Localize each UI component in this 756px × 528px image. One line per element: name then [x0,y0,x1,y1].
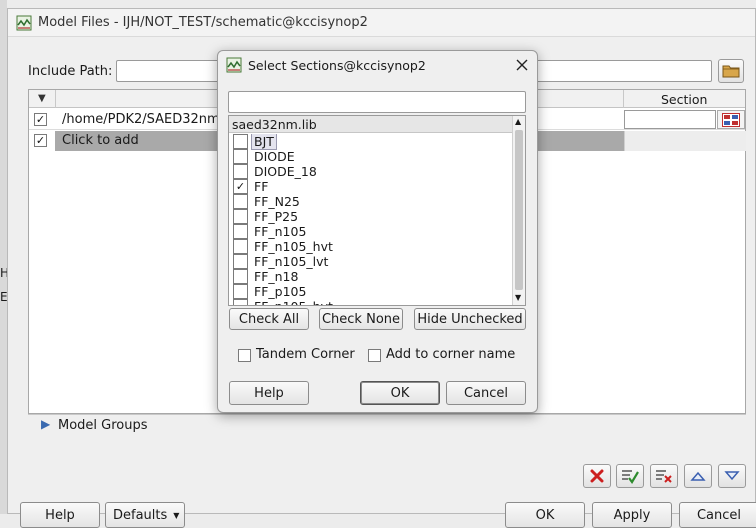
title-bar: Model Files - IJH/NOT_TEST/schematic@kcc… [8,9,755,37]
add-to-corner-name-label: Add to corner name [386,347,516,362]
section-item[interactable]: BJT [233,134,512,150]
section-checkbox[interactable] [233,209,248,224]
section-label: FF_n18 [254,269,299,284]
section-checkbox[interactable] [233,149,248,164]
section-item[interactable]: FF_p105_hvt [233,299,512,305]
app-icon [226,57,242,73]
chevron-down-icon: ▼ [173,510,180,520]
section-checkbox[interactable]: ✓ [233,179,248,194]
apply-button[interactable]: Apply [592,502,672,528]
section-checkbox[interactable] [233,299,248,305]
help-button[interactable]: Help [20,502,100,528]
defaults-dropdown[interactable]: Defaults ▼ [105,502,185,528]
section-label: FF [254,179,269,194]
section-item[interactable]: DIODE_18 [233,164,512,179]
section-label: FF_N25 [254,194,300,209]
tandem-corner-checkbox[interactable] [238,349,251,362]
section-label: FF_P25 [254,209,299,224]
section-items: BJT DIODE DIODE_18 ✓ FF FF_N25 FF_P25 FF_n105 FF… [229,134,512,305]
scroll-thumb[interactable] [515,130,523,290]
sort-arrow-icon[interactable]: ▼ [38,93,46,104]
hide-unchecked-button[interactable]: Hide Unchecked [414,308,526,330]
dialog-cancel-button[interactable]: Cancel [446,381,526,405]
section-picker-button[interactable] [717,110,745,129]
section-checkbox[interactable] [233,284,248,299]
check-list-icon [622,470,639,484]
section-item[interactable]: FF_N25 [233,194,512,209]
defaults-label: Defaults [113,507,168,523]
section-item[interactable]: FF_P25 [233,209,512,224]
section-checkbox[interactable] [233,164,248,179]
include-path-label: Include Path: [28,64,113,79]
model-groups-label[interactable]: Model Groups [58,418,148,433]
add-to-corner-name-checkbox[interactable] [368,349,381,362]
row-checkbox[interactable]: ✓ [34,134,47,147]
model-groups-panel: ▶ Model Groups [28,414,746,435]
select-sections-dialog: Select Sections@kccisynop2 saed32nm.lib … [217,50,538,413]
header-divider [55,90,56,108]
library-header: saed32nm.lib [229,116,512,133]
filter-input[interactable] [228,91,526,113]
section-checkbox[interactable] [233,134,248,149]
browse-folder-button[interactable] [718,59,744,83]
section-checkbox[interactable] [233,224,248,239]
remove-list-icon [656,470,672,483]
expand-arrow-icon[interactable]: ▶ [41,417,50,431]
click-to-add-row[interactable]: Click to add [62,133,139,148]
section-checkbox[interactable] [233,239,248,254]
check-none-button[interactable]: Check None [319,308,403,330]
up-arrow-icon [690,471,706,481]
section-item[interactable]: FF_n105 [233,224,512,239]
dialog-help-button[interactable]: Help [229,381,309,405]
row-checkbox[interactable]: ✓ [34,113,47,126]
window-title: Model Files - IJH/NOT_TEST/schematic@kcc… [38,15,368,30]
section-cell [624,131,746,151]
section-item[interactable]: FF_n105_lvt [233,254,512,269]
ok-button[interactable]: OK [505,502,585,528]
scroll-down-icon[interactable]: ▼ [515,293,521,302]
tandem-corner-label: Tandem Corner [256,347,355,362]
section-item[interactable]: FF_p105 [233,284,512,299]
dialog-close-button[interactable] [511,55,533,75]
header-divider [623,90,624,108]
folder-icon [722,65,740,78]
scrollbar[interactable]: ▲ ▼ [512,116,525,305]
app-icon [16,15,32,31]
section-item[interactable]: ✓ FF [233,179,512,194]
section-label: FF_n105_lvt [254,254,329,269]
section-item[interactable]: DIODE [233,149,512,164]
move-down-button[interactable] [718,464,746,488]
check-list-button[interactable] [616,464,644,488]
section-item[interactable]: FF_n105_hvt [233,239,512,254]
cancel-button[interactable]: Cancel [679,502,756,528]
section-checkbox[interactable] [233,254,248,269]
delete-button[interactable] [583,464,611,488]
remove-list-button[interactable] [650,464,678,488]
check-all-button[interactable]: Check All [229,308,309,330]
section-label: FF_p105 [254,284,307,299]
delete-icon [590,469,604,483]
section-checkbox[interactable] [233,194,248,209]
section-label: BJT [251,134,277,150]
section-checkbox[interactable] [233,269,248,284]
section-field[interactable] [624,110,716,129]
section-label: DIODE_18 [254,164,317,179]
section-picker-icon [722,112,740,127]
section-column-header: Section [661,92,708,107]
section-label: FF_n105 [254,224,307,239]
section-list: saed32nm.lib BJT DIODE DIODE_18 ✓ FF FF_N25 FF… [228,115,526,306]
close-icon [516,59,528,71]
down-arrow-icon [724,471,740,481]
dialog-ok-button[interactable]: OK [360,381,440,405]
scroll-up-icon[interactable]: ▲ [515,117,521,126]
move-up-button[interactable] [684,464,712,488]
section-label: DIODE [254,149,295,164]
dialog-title: Select Sections@kccisynop2 [248,58,426,73]
section-label: FF_n105_hvt [254,239,333,254]
background-strip [0,0,7,514]
model-file-path: /home/PDK2/SAED32nm_ [62,112,227,127]
section-label: FF_p105_hvt [254,299,333,305]
section-item[interactable]: FF_n18 [233,269,512,284]
